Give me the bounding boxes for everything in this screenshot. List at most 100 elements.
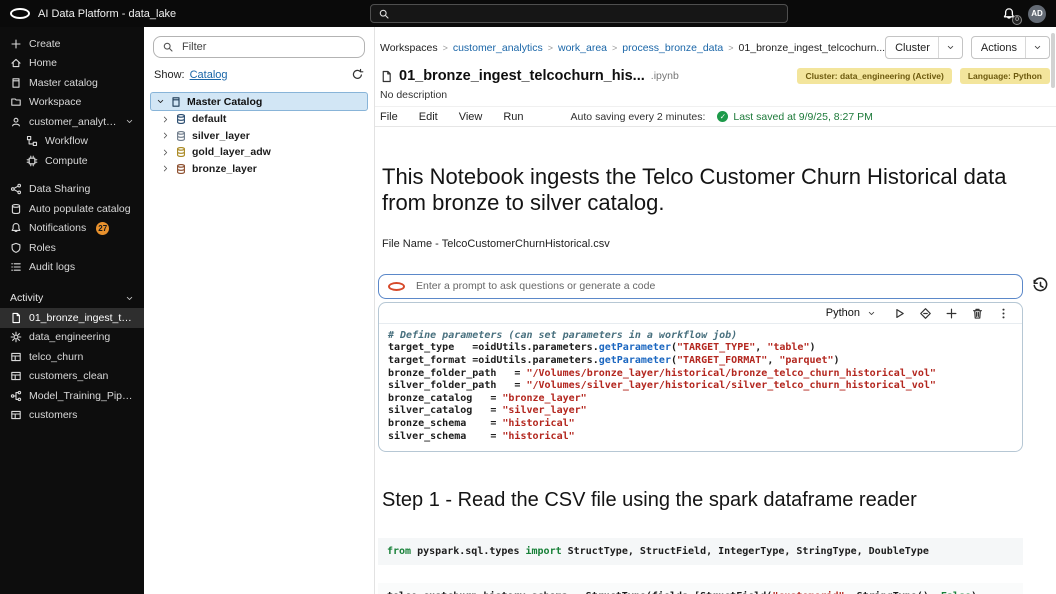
code-line: target_format =oidUtils.parameters.getPa…	[388, 354, 840, 366]
scrollbar[interactable]	[1051, 33, 1055, 88]
activity-item-data-engineering[interactable]: data_engineering	[0, 328, 144, 348]
main-area: Workspaces > customer_analytics > work_area >…	[375, 27, 1056, 594]
notebook-extension: .ipynb	[650, 70, 679, 82]
cluster-status-badge: Cluster: data_engineering (Active)	[797, 68, 952, 84]
top-bar: AI Data Platform - data_lake 0 AD	[0, 0, 1056, 27]
actions-button[interactable]: Actions	[970, 36, 1050, 59]
tree-item-silver-layer[interactable]: silver_layer	[144, 128, 374, 145]
header-buttons: Cluster Actions Run all	[885, 36, 1056, 59]
activity-item-label: telco_churn	[29, 350, 84, 363]
sidebar-item-audit-logs[interactable]: Audit logs	[0, 258, 144, 278]
cell-language-select[interactable]: Python	[826, 307, 876, 319]
schema-code-cell[interactable]: telco_custchurn_history_schema = StructT…	[378, 583, 1023, 594]
kebab-menu-icon[interactable]	[997, 307, 1010, 320]
code-line: telco_custchurn_history_schema = StructT…	[387, 590, 1014, 594]
show-label: Show:	[154, 68, 185, 81]
step1-heading: Step 1 - Read the CSV file using the spa…	[382, 489, 917, 512]
ai-prompt-input[interactable]	[414, 279, 1013, 294]
sidebar-item-roles[interactable]: Roles	[0, 238, 144, 258]
sidebar-item-label: Notifications	[29, 222, 87, 235]
sidebar-item-workflow[interactable]: Workflow	[0, 132, 144, 152]
sidebar-item-auto-populate-catalog[interactable]: Auto populate catalog	[0, 199, 144, 219]
pipeline-icon	[10, 390, 22, 402]
auto-populate-icon	[10, 203, 22, 215]
notebook-title: 01_bronze_ingest_telcochurn_his...	[399, 68, 645, 84]
diamond-icon[interactable]	[919, 307, 932, 320]
activity-item-01-bronze-ingest-tel[interactable]: 01_bronze_ingest_tel...	[0, 308, 144, 328]
global-search-input[interactable]	[396, 6, 780, 21]
notifications-bell[interactable]: 0	[1002, 7, 1022, 25]
topbar-right: 0 AD	[1002, 4, 1046, 25]
tree-item-label: gold_layer_adw	[192, 146, 271, 159]
run-cell-icon[interactable]	[893, 307, 906, 320]
sidebar-item-create[interactable]: Create	[0, 34, 144, 54]
activity-item-label: 01_bronze_ingest_tel...	[29, 311, 134, 324]
activity-item-customers-clean[interactable]: customers_clean	[0, 367, 144, 387]
refresh-icon[interactable]	[351, 68, 364, 81]
sidebar-item-label: Workflow	[45, 135, 88, 148]
delete-cell-icon[interactable]	[971, 307, 984, 320]
cluster-button-caret[interactable]	[937, 37, 962, 58]
tree-item-master-catalog[interactable]: Master Catalog	[150, 92, 368, 111]
tree-item-gold-layer-adw[interactable]: gold_layer_adw	[144, 144, 374, 161]
add-cell-icon[interactable]	[945, 307, 958, 320]
assistant-logo-icon	[388, 281, 405, 291]
cell-language-label: Python	[825, 307, 860, 320]
cluster-icon	[10, 331, 22, 343]
schema-icon	[175, 113, 187, 125]
last-saved-text: Last saved at 9/9/25, 8:27 PM	[733, 110, 873, 123]
sidebar-item-home[interactable]: Home	[0, 54, 144, 74]
sidebar-item-compute[interactable]: Compute	[0, 151, 144, 171]
global-search[interactable]	[370, 4, 788, 23]
menu-file[interactable]: File	[380, 111, 398, 123]
cluster-button[interactable]: Cluster	[885, 36, 963, 59]
actions-button-caret[interactable]	[1025, 37, 1049, 58]
table-icon	[10, 409, 22, 421]
chevron-right-icon	[161, 131, 170, 140]
tree-item-label: bronze_layer	[192, 162, 257, 175]
cluster-button-label: Cluster	[895, 41, 930, 54]
app-layout: Create Home Master catalog Workspace custome…	[0, 27, 1056, 594]
sidebar-item-notifications[interactable]: Notifications 27	[0, 219, 144, 239]
activity-section-header[interactable]: Activity	[0, 288, 144, 308]
menu-run[interactable]: Run	[503, 111, 523, 123]
catalog-filter-input[interactable]	[180, 40, 356, 54]
cell-toolbar: Python	[379, 303, 1022, 324]
workspace-icon	[10, 96, 22, 108]
avatar[interactable]: AD	[1028, 4, 1046, 23]
ai-prompt-bar[interactable]	[378, 273, 1023, 299]
show-catalog-link[interactable]: Catalog	[190, 69, 228, 81]
history-icon[interactable]	[1032, 277, 1049, 294]
notebook-icon	[380, 70, 393, 83]
language-badge: Language: Python	[959, 68, 1050, 84]
breadcrumb-item-customer-analytics[interactable]: customer_analytics	[453, 42, 543, 54]
tree-item-label: default	[192, 113, 227, 126]
sidebar-item-master-catalog[interactable]: Master catalog	[0, 73, 144, 93]
cell-code[interactable]: # Define parameters (can set parameters …	[379, 324, 1022, 451]
code-line: bronze_folder_path = "/Volumes/bronze_la…	[388, 367, 936, 379]
notebook-title-row: 01_bronze_ingest_telcochurn_his... .ipyn…	[375, 61, 1056, 84]
catalog-filter[interactable]	[153, 36, 365, 58]
code-line: silver_folder_path = "/Volumes/silver_la…	[388, 380, 936, 392]
tree-item-bronze-layer[interactable]: bronze_layer	[144, 161, 374, 178]
sidebar-nav: Create Home Master catalog Workspace custome…	[0, 27, 144, 594]
breadcrumb-item-work-area[interactable]: work_area	[558, 42, 607, 54]
sidebar-item-workspace[interactable]: Workspace	[0, 93, 144, 113]
activity-item-customers[interactable]: customers	[0, 406, 144, 426]
sidebar-main-list: Create Home Master catalog Workspace custome…	[0, 34, 144, 277]
menu-edit[interactable]: Edit	[419, 111, 438, 123]
breadcrumb-item-process-bronze-data[interactable]: process_bronze_data	[622, 42, 723, 54]
activity-item-telco-churn[interactable]: telco_churn	[0, 347, 144, 367]
code-line: bronze_catalog = "bronze_layer"	[388, 392, 587, 404]
sidebar-item-customer-analytics[interactable]: customer_analytics	[0, 112, 144, 132]
notebook-badges: Cluster: data_engineering (Active) Langu…	[797, 68, 1050, 84]
activity-item-model-training-pipel[interactable]: Model_Training_Pipel...	[0, 386, 144, 406]
sidebar-item-data-sharing[interactable]: Data Sharing	[0, 180, 144, 200]
imports-code-cell[interactable]: from pyspark.sql.types import StructType…	[378, 538, 1023, 566]
activity-item-label: Model_Training_Pipel...	[29, 389, 134, 402]
table-icon	[10, 351, 22, 363]
tree-item-label: silver_layer	[192, 129, 250, 142]
tree-item-default[interactable]: default	[144, 111, 374, 128]
menu-view[interactable]: View	[459, 111, 483, 123]
notebook-menu-bar: File Edit View Run Auto saving every 2 minu…	[375, 106, 1056, 127]
